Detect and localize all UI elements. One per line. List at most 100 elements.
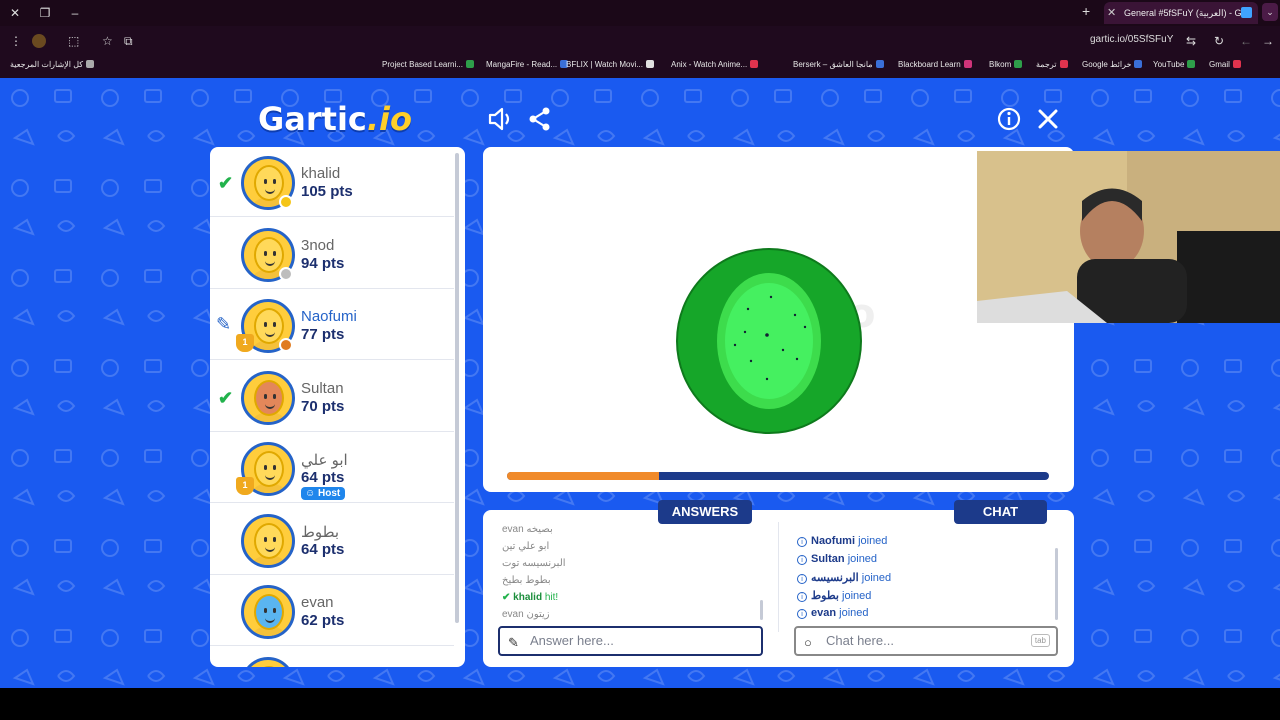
star-icon[interactable]: ☆ xyxy=(102,33,113,49)
player-row[interactable]: 3nod 94 pts xyxy=(210,219,454,289)
site-settings-icon[interactable]: ⇆ xyxy=(1186,33,1196,49)
chat-message: i evan joined xyxy=(797,607,869,619)
bookmark-icon xyxy=(645,60,654,68)
player-row[interactable]: ✔ Sultan 70 pts xyxy=(210,362,454,432)
chat-message: i بطوط joined xyxy=(797,589,871,602)
player-row[interactable]: ✔ khalid 105 pts xyxy=(210,147,454,217)
answer-text: توت xyxy=(502,558,520,569)
pencil-icon: ✎ xyxy=(216,314,232,334)
close-tab-icon[interactable]: ✕ xyxy=(1107,2,1116,24)
chat-input-box[interactable]: ○ tab xyxy=(794,626,1058,656)
check-icon: ✔ xyxy=(502,592,514,603)
bookmark-icon xyxy=(1232,60,1241,68)
answer-item: evan زيتون xyxy=(502,609,550,620)
chat-text: joined xyxy=(842,590,872,602)
info-icon[interactable] xyxy=(996,106,1022,132)
tab-strip: ✕ ❐ – + ✕ General #5fSFuY (العربية) - G … xyxy=(0,0,1280,26)
bookmark-item[interactable]: BFLIX | Watch Movi... xyxy=(566,60,654,69)
webcam-feed xyxy=(977,151,1280,323)
avatar xyxy=(241,370,295,425)
gartic-logo[interactable]: Gartic.io xyxy=(258,100,412,138)
trophy-icon: 1 xyxy=(236,334,254,352)
chat-input[interactable] xyxy=(826,633,1026,648)
bookmark-item[interactable]: كل الإشارات المرجعية xyxy=(10,60,95,69)
answer-user: ابو علي xyxy=(518,541,550,552)
player-row[interactable]: ✎ 1 Naofumi 77 pts xyxy=(210,290,454,360)
host-badge: ☺ Host xyxy=(301,487,346,500)
minimize-window-icon[interactable]: – xyxy=(66,4,84,22)
browser-tab[interactable]: ✕ General #5fSFuY (العربية) - G xyxy=(1104,2,1258,24)
bookmark-item[interactable]: Berserk – مانجا العاشق xyxy=(793,60,884,69)
bookmark-icon xyxy=(1059,60,1068,68)
chat-user: Naofumi xyxy=(811,535,855,547)
player-row[interactable]: evan 62 pts xyxy=(210,576,454,646)
url-field[interactable]: gartic.io/05SfSFuY xyxy=(1090,34,1173,45)
share-icon[interactable] xyxy=(527,106,553,132)
address-bar: ⋮ ⬚ ☆ ⧉ gartic.io/05SfSFuY ⇆ ↻ ← → xyxy=(0,27,1280,55)
chat-user: Sultan xyxy=(811,553,845,565)
forward-icon[interactable]: ← xyxy=(1240,33,1252,49)
chat-scrollbar[interactable] xyxy=(1055,548,1058,620)
logo-text: Gartic xyxy=(258,100,367,138)
answer-item: ✔ khalid hit! xyxy=(502,592,558,603)
browser-chrome: ✕ ❐ – + ✕ General #5fSFuY (العربية) - G … xyxy=(0,0,1280,78)
bookmark-icon xyxy=(1134,60,1143,68)
bookmark-icon xyxy=(86,60,95,68)
tab-search-icon[interactable]: ⌄ xyxy=(1262,3,1278,21)
new-tab-icon[interactable]: + xyxy=(1082,3,1090,19)
chat-message: i Naofumi joined xyxy=(797,535,887,547)
extensions-icon[interactable]: ⬚ xyxy=(68,33,79,49)
bookmark-label: Berserk – مانجا العاشق xyxy=(793,60,873,69)
bookmark-item[interactable]: ترجمة xyxy=(1036,60,1068,69)
bookmark-label: MangaFire - Read... xyxy=(486,60,558,69)
answers-scrollbar[interactable] xyxy=(760,600,763,620)
bookmark-icon xyxy=(750,60,759,68)
tab-key-hint: tab xyxy=(1030,634,1050,647)
install-icon[interactable]: ⧉ xyxy=(124,33,133,49)
answer-text: بصيخه xyxy=(526,524,553,535)
player-points: 105 pts xyxy=(301,183,353,200)
sound-icon[interactable] xyxy=(487,106,513,132)
players-scrollbar[interactable] xyxy=(455,153,459,623)
back-icon[interactable]: → xyxy=(1262,33,1274,49)
bookmark-item[interactable]: MangaFire - Read... xyxy=(486,60,569,69)
chat-text: joined xyxy=(861,572,892,584)
player-row[interactable] xyxy=(210,648,454,667)
close-icon[interactable] xyxy=(1035,106,1061,132)
chat-text: joined xyxy=(847,553,878,565)
bookmark-item[interactable]: Anix - Watch Anime... xyxy=(671,60,759,69)
restore-window-icon[interactable]: ❐ xyxy=(36,4,54,22)
bookmark-item[interactable]: Blkom xyxy=(989,60,1023,69)
close-window-icon[interactable]: ✕ xyxy=(6,4,24,22)
avatar xyxy=(241,513,295,568)
player-name: Naofumi xyxy=(301,308,357,325)
answer-item: ابو علي تين xyxy=(502,541,549,552)
bookmark-icon xyxy=(875,60,884,68)
reload-icon[interactable]: ↻ xyxy=(1214,33,1224,49)
answers-tab[interactable]: ANSWERS xyxy=(658,500,752,524)
answer-user: evan xyxy=(502,609,524,620)
player-row[interactable]: بطوط 64 pts xyxy=(210,505,454,575)
bookmark-item[interactable]: Blackboard Learn xyxy=(898,60,972,69)
chat-tab[interactable]: CHAT xyxy=(954,500,1047,524)
bookmark-item[interactable]: Google خرائط xyxy=(1082,60,1143,69)
bookmark-item[interactable]: YouTube xyxy=(1153,60,1196,69)
round-timer xyxy=(507,472,1049,480)
answer-input-box[interactable]: ✎ xyxy=(498,626,763,656)
answer-user: البرنسيسه xyxy=(522,558,566,569)
player-row[interactable]: 1 ابو علي 64 pts ☺ Host xyxy=(210,433,454,503)
answer-user: evan xyxy=(502,524,524,535)
menu-icon[interactable]: ⋮ xyxy=(10,33,22,49)
round-timer-fill xyxy=(507,472,659,480)
bookmark-item[interactable]: Gmail xyxy=(1209,60,1241,69)
bookmark-icon xyxy=(963,60,972,68)
avatar[interactable] xyxy=(32,34,46,48)
status-dot xyxy=(279,266,293,281)
favicon-icon xyxy=(1241,7,1252,18)
answer-text: زيتون xyxy=(526,609,550,620)
bookmark-label: Project Based Learni... xyxy=(382,60,463,69)
webcam-overlay xyxy=(977,151,1280,323)
bookmark-item[interactable]: Project Based Learni... xyxy=(382,60,474,69)
answer-input[interactable] xyxy=(530,633,730,648)
answer-item: evan بصيخه xyxy=(502,524,553,535)
